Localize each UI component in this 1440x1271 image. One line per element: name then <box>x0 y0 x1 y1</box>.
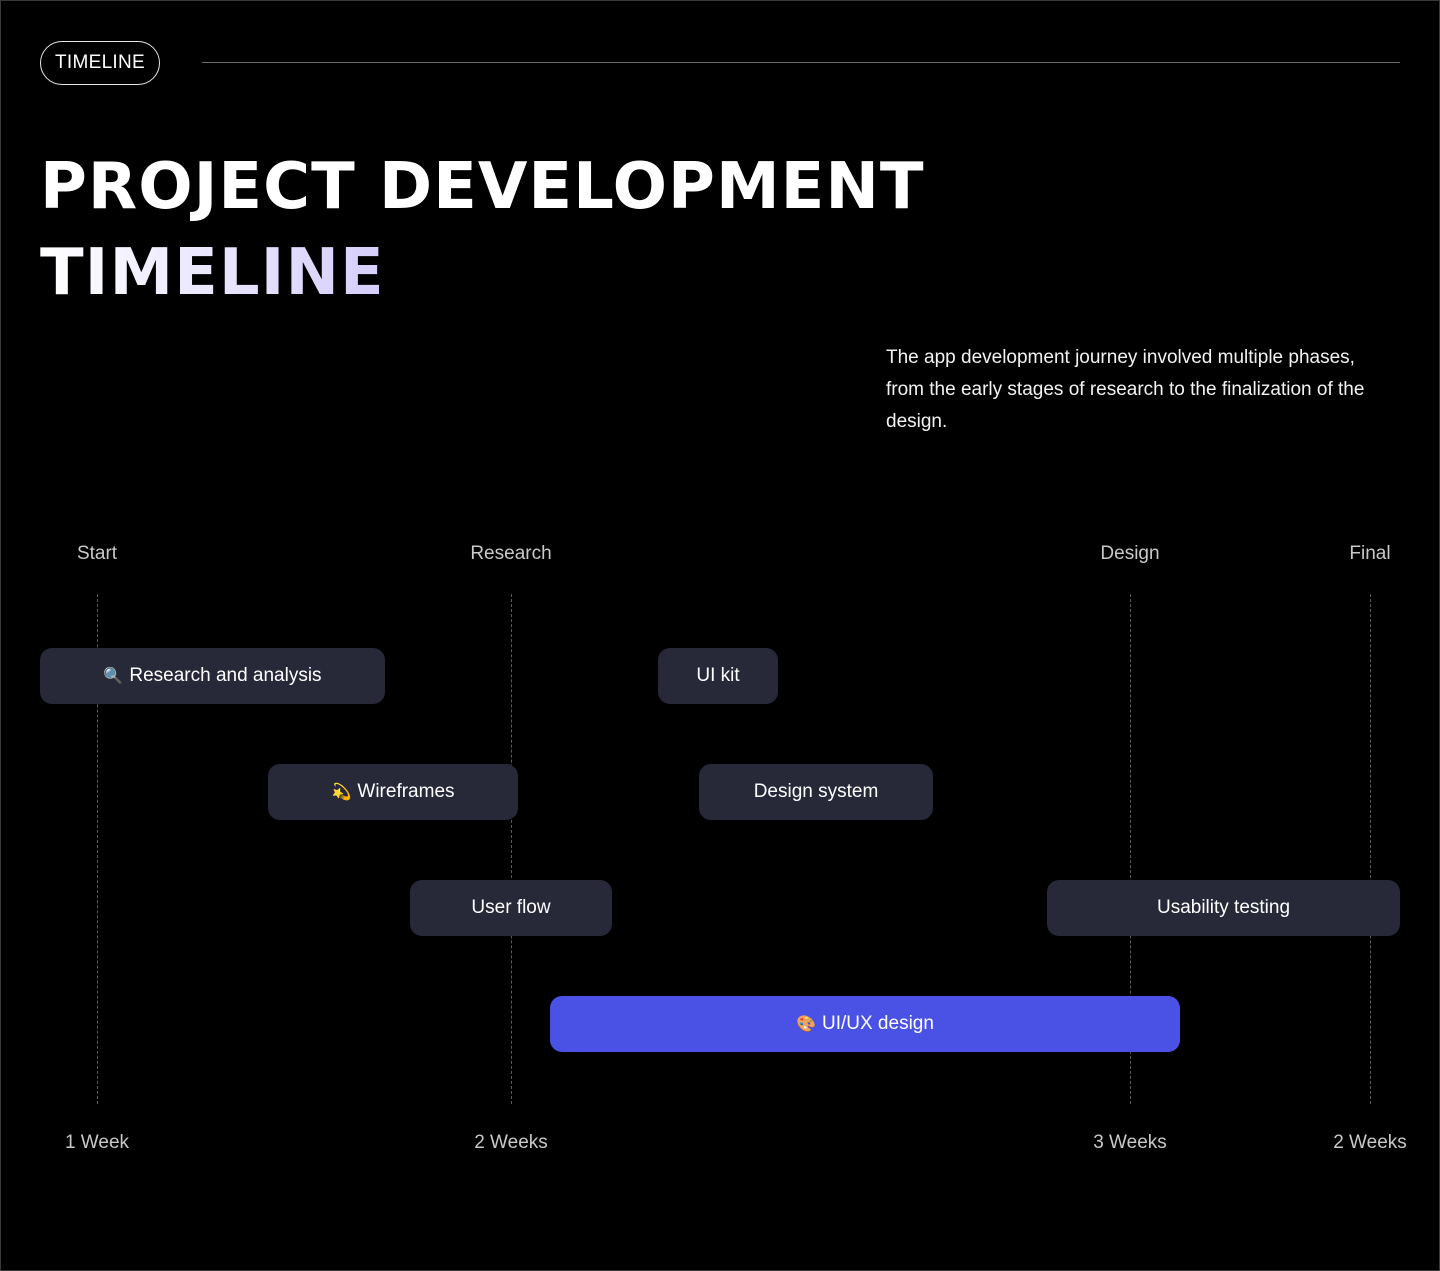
task-label: UI kit <box>696 665 740 686</box>
magnifier-icon: 🔍 <box>103 668 124 685</box>
task-bar-ui-ux-design[interactable]: 🎨 UI/UX design <box>550 996 1180 1052</box>
page-title: PROJECT DEVELOPMENT TIMELINE <box>40 144 925 316</box>
header-divider <box>202 62 1400 63</box>
palette-icon: 🎨 <box>796 1016 816 1033</box>
task-label: User flow <box>471 897 551 918</box>
section-tag-label: TIMELINE <box>54 52 146 73</box>
task-bar-ui-kit[interactable]: UI kit <box>658 648 778 704</box>
task-label: Usability testing <box>1156 897 1291 918</box>
task-label: Wireframes <box>357 781 455 802</box>
task-bar-research-and-analysis[interactable]: 🔍 Research and analysis <box>40 648 385 704</box>
task-label: Design system <box>753 781 879 802</box>
task-label: UI/UX design <box>821 1013 934 1034</box>
task-label: Research and analysis <box>129 665 322 686</box>
dizzy-star-icon: 💫 <box>331 784 352 801</box>
task-bar-wireframes[interactable]: 💫 Wireframes <box>268 764 518 820</box>
page-title-line-2: TIMELINE <box>40 230 925 316</box>
intro-description: The app development journey involved mul… <box>886 347 1365 432</box>
task-bar-user-flow[interactable]: User flow <box>410 880 612 936</box>
task-bar-design-system[interactable]: Design system <box>699 764 933 820</box>
section-tag: TIMELINE <box>40 41 160 85</box>
page-title-line-1: PROJECT DEVELOPMENT <box>40 150 925 224</box>
task-bar-usability-testing[interactable]: Usability testing <box>1047 880 1400 936</box>
